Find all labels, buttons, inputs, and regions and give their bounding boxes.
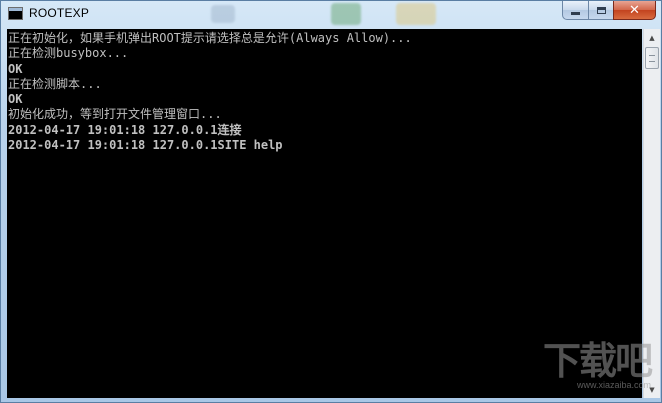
console-text: 正在初始化，如果手机弹出ROOT提示请选择总是允许(Always Allow).… [8,31,412,153]
title-bar[interactable]: ROOTEXP ✕ [1,1,661,29]
maximize-icon [596,6,606,14]
minimize-button[interactable] [562,1,588,20]
console-line: 初始化成功，等到打开文件管理窗口... [8,107,222,122]
scroll-down-button[interactable]: ▼ [644,381,660,398]
caption-buttons: ✕ [562,1,656,21]
console-line: 2012-04-17 19:01:18 127.0.0.1SITE help [8,138,283,153]
close-icon: ✕ [629,2,640,18]
scrollbar-thumb[interactable] [645,47,659,69]
maximize-button[interactable] [588,1,613,20]
console-line: 正在初始化，如果手机弹出ROOT提示请选择总是允许(Always Allow).… [8,31,412,45]
window-title: ROOTEXP [29,6,90,20]
arrow-down-icon: ▼ [649,385,655,394]
scroll-up-button[interactable]: ▲ [644,29,660,46]
arrow-up-icon: ▲ [649,33,655,42]
close-button[interactable]: ✕ [613,1,656,20]
console-line: OK [8,92,23,107]
minimize-icon [571,11,580,15]
console-line: OK [8,61,23,76]
console-output[interactable]: 正在初始化，如果手机弹出ROOT提示请选择总是允许(Always Allow).… [7,29,642,398]
console-app-icon[interactable] [8,7,23,20]
console-line: 2012-04-17 19:01:18 127.0.0.1连接 [8,122,242,137]
console-window: ROOTEXP ✕ 正在初始化，如果手机弹出ROOT提示请选择总是允许(Alwa… [0,0,662,403]
vertical-scrollbar[interactable]: ▲ ▼ [643,29,660,398]
console-line: 正在检测脚本... [8,76,102,91]
console-line: 正在检测busybox... [8,46,129,61]
